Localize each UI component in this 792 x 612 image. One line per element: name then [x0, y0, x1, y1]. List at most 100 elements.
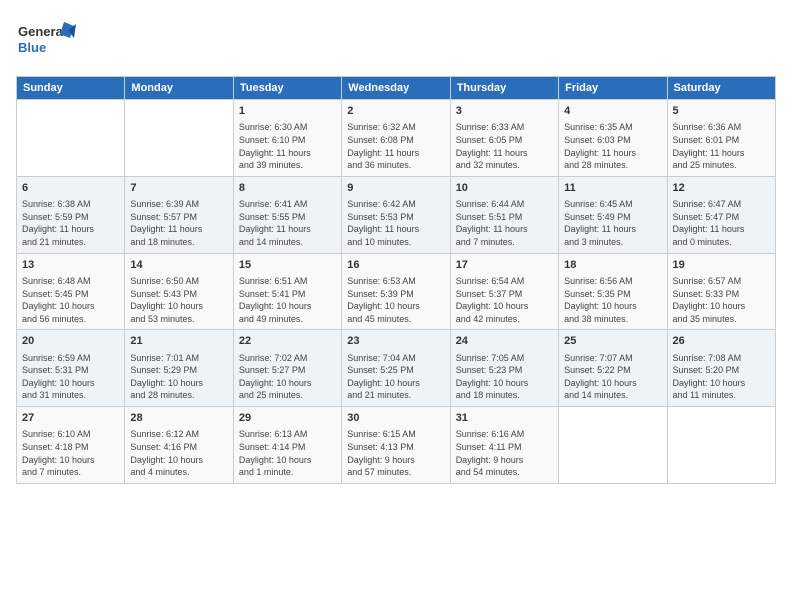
cell-info: Sunrise: 6:10 AM [22, 428, 119, 441]
calendar-cell: 7Sunrise: 6:39 AMSunset: 5:57 PMDaylight… [125, 176, 233, 253]
day-number: 18 [564, 258, 661, 273]
cell-info: Sunrise: 6:38 AM [22, 198, 119, 211]
calendar-row: 1Sunrise: 6:30 AMSunset: 6:10 PMDaylight… [17, 100, 776, 177]
cell-info: and 35 minutes. [673, 313, 770, 326]
calendar-cell: 22Sunrise: 7:02 AMSunset: 5:27 PMDayligh… [233, 330, 341, 407]
calendar-cell: 10Sunrise: 6:44 AMSunset: 5:51 PMDayligh… [450, 176, 558, 253]
cell-info: Sunset: 5:33 PM [673, 288, 770, 301]
cell-info: Sunrise: 6:42 AM [347, 198, 444, 211]
cell-info: Daylight: 9 hours [347, 454, 444, 467]
cell-info: Sunset: 5:55 PM [239, 211, 336, 224]
calendar-row: 13Sunrise: 6:48 AMSunset: 5:45 PMDayligh… [17, 253, 776, 330]
cell-info: Sunrise: 6:13 AM [239, 428, 336, 441]
cell-info: Sunset: 5:51 PM [456, 211, 553, 224]
day-number: 31 [456, 411, 553, 426]
cell-info: Daylight: 11 hours [673, 223, 770, 236]
weekday-header: Saturday [667, 77, 775, 100]
cell-info: Sunset: 6:01 PM [673, 134, 770, 147]
cell-info: Sunrise: 6:33 AM [456, 121, 553, 134]
cell-info: and 45 minutes. [347, 313, 444, 326]
cell-info: Daylight: 10 hours [456, 300, 553, 313]
day-number: 2 [347, 104, 444, 119]
cell-info: Daylight: 10 hours [130, 300, 227, 313]
cell-info: and 3 minutes. [564, 236, 661, 249]
cell-info: Daylight: 10 hours [347, 377, 444, 390]
cell-info: Sunrise: 6:39 AM [130, 198, 227, 211]
calendar-cell [17, 100, 125, 177]
cell-info: Sunset: 5:47 PM [673, 211, 770, 224]
cell-info: Daylight: 11 hours [564, 223, 661, 236]
cell-info: and 53 minutes. [130, 313, 227, 326]
day-number: 26 [673, 334, 770, 349]
day-number: 12 [673, 181, 770, 196]
calendar-cell: 18Sunrise: 6:56 AMSunset: 5:35 PMDayligh… [559, 253, 667, 330]
cell-info: Sunset: 5:29 PM [130, 364, 227, 377]
cell-info: Sunrise: 6:44 AM [456, 198, 553, 211]
day-number: 16 [347, 258, 444, 273]
cell-info: Daylight: 10 hours [22, 377, 119, 390]
cell-info: Sunset: 4:14 PM [239, 441, 336, 454]
cell-info: Daylight: 11 hours [347, 147, 444, 160]
calendar-cell: 1Sunrise: 6:30 AMSunset: 6:10 PMDaylight… [233, 100, 341, 177]
calendar-cell: 26Sunrise: 7:08 AMSunset: 5:20 PMDayligh… [667, 330, 775, 407]
cell-info: Sunset: 5:35 PM [564, 288, 661, 301]
cell-info: and 7 minutes. [22, 466, 119, 479]
cell-info: and 25 minutes. [239, 389, 336, 402]
cell-info: and 42 minutes. [456, 313, 553, 326]
cell-info: Sunset: 4:11 PM [456, 441, 553, 454]
calendar-cell: 6Sunrise: 6:38 AMSunset: 5:59 PMDaylight… [17, 176, 125, 253]
day-number: 23 [347, 334, 444, 349]
calendar-row: 27Sunrise: 6:10 AMSunset: 4:18 PMDayligh… [17, 407, 776, 484]
cell-info: Daylight: 11 hours [239, 223, 336, 236]
day-number: 13 [22, 258, 119, 273]
day-number: 4 [564, 104, 661, 119]
day-number: 22 [239, 334, 336, 349]
cell-info: Sunrise: 7:07 AM [564, 352, 661, 365]
cell-info: Sunrise: 7:05 AM [456, 352, 553, 365]
cell-info: Sunrise: 6:12 AM [130, 428, 227, 441]
calendar-cell: 21Sunrise: 7:01 AMSunset: 5:29 PMDayligh… [125, 330, 233, 407]
calendar-cell: 3Sunrise: 6:33 AMSunset: 6:05 PMDaylight… [450, 100, 558, 177]
day-number: 10 [456, 181, 553, 196]
day-number: 6 [22, 181, 119, 196]
day-number: 17 [456, 258, 553, 273]
svg-text:General: General [18, 24, 66, 39]
cell-info: Daylight: 10 hours [564, 377, 661, 390]
day-number: 14 [130, 258, 227, 273]
cell-info: Sunrise: 6:50 AM [130, 275, 227, 288]
cell-info: Sunrise: 6:48 AM [22, 275, 119, 288]
day-number: 7 [130, 181, 227, 196]
cell-info: Sunset: 5:22 PM [564, 364, 661, 377]
cell-info: Sunset: 5:43 PM [130, 288, 227, 301]
cell-info: Daylight: 9 hours [456, 454, 553, 467]
cell-info: and 57 minutes. [347, 466, 444, 479]
cell-info: Sunrise: 7:01 AM [130, 352, 227, 365]
cell-info: Daylight: 11 hours [564, 147, 661, 160]
cell-info: Sunrise: 6:53 AM [347, 275, 444, 288]
cell-info: Daylight: 10 hours [239, 300, 336, 313]
cell-info: Sunset: 5:39 PM [347, 288, 444, 301]
calendar-cell [559, 407, 667, 484]
calendar-cell: 20Sunrise: 6:59 AMSunset: 5:31 PMDayligh… [17, 330, 125, 407]
cell-info: Sunrise: 6:57 AM [673, 275, 770, 288]
calendar-cell: 9Sunrise: 6:42 AMSunset: 5:53 PMDaylight… [342, 176, 450, 253]
cell-info: Daylight: 11 hours [673, 147, 770, 160]
cell-info: and 32 minutes. [456, 159, 553, 172]
calendar-cell: 13Sunrise: 6:48 AMSunset: 5:45 PMDayligh… [17, 253, 125, 330]
cell-info: and 10 minutes. [347, 236, 444, 249]
cell-info: and 1 minute. [239, 466, 336, 479]
weekday-header: Tuesday [233, 77, 341, 100]
cell-info: Daylight: 10 hours [22, 454, 119, 467]
day-number: 9 [347, 181, 444, 196]
cell-info: Daylight: 10 hours [673, 300, 770, 313]
cell-info: and 56 minutes. [22, 313, 119, 326]
calendar-header-row: SundayMondayTuesdayWednesdayThursdayFrid… [17, 77, 776, 100]
day-number: 20 [22, 334, 119, 349]
cell-info: Daylight: 11 hours [22, 223, 119, 236]
cell-info: and 11 minutes. [673, 389, 770, 402]
calendar-table: SundayMondayTuesdayWednesdayThursdayFrid… [16, 76, 776, 484]
cell-info: Sunset: 6:03 PM [564, 134, 661, 147]
cell-info: Sunset: 4:18 PM [22, 441, 119, 454]
cell-info: Daylight: 11 hours [456, 147, 553, 160]
cell-info: and 14 minutes. [239, 236, 336, 249]
